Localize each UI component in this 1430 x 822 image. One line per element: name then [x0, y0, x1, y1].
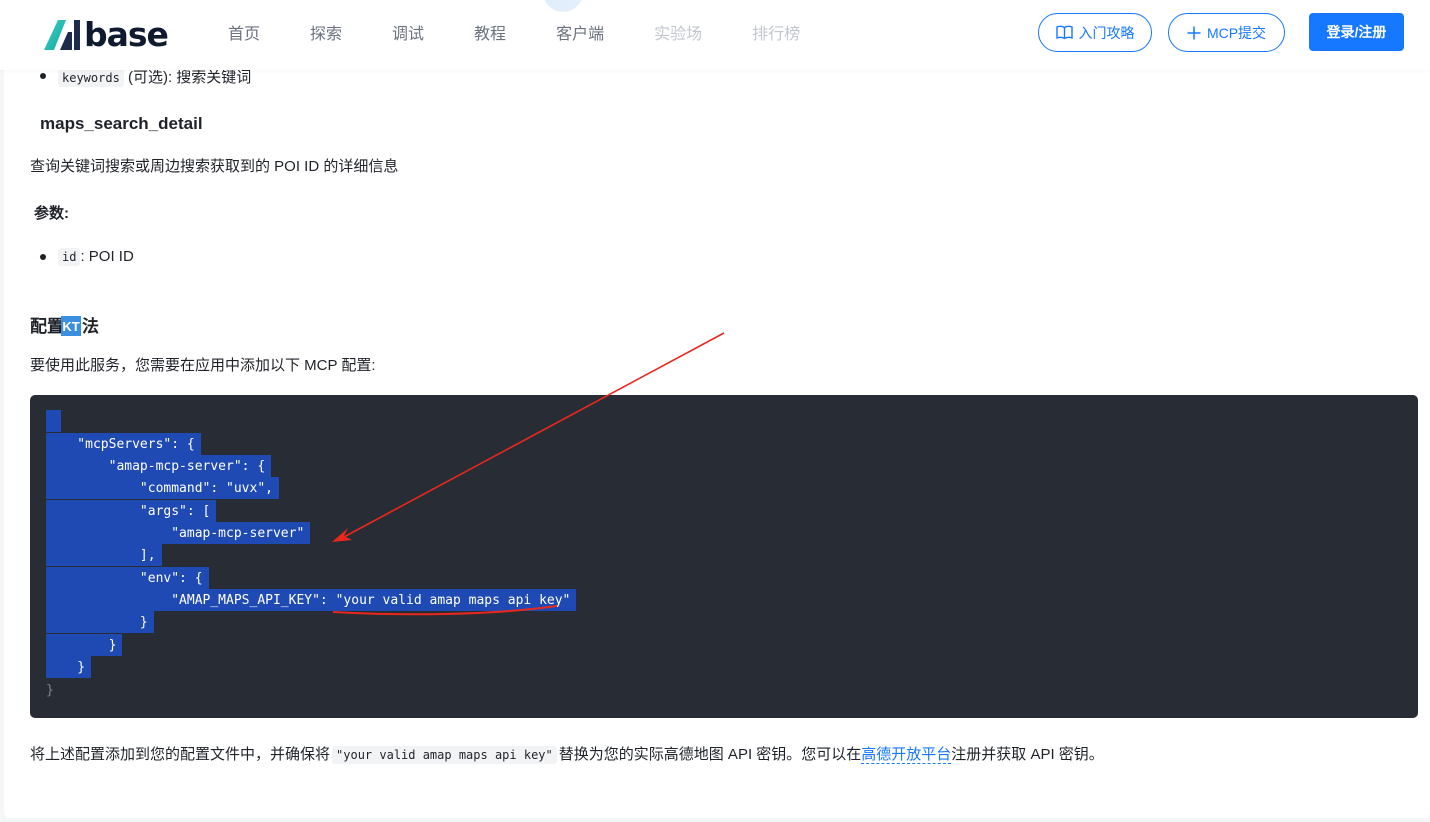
footer-text: 替换为您的实际高德地图 API 密钥。您可以在 — [558, 746, 862, 763]
list-item-id: id: POI ID — [58, 248, 134, 266]
code-text: "mcpServers": { — [46, 433, 201, 455]
code-text: "args": [ — [46, 500, 217, 522]
kt-overlay-badge[interactable]: KT — [61, 316, 81, 336]
amap-platform-link[interactable]: 高德开放平台 — [861, 746, 952, 764]
code-line: "amap-mcp-server": { — [46, 455, 272, 477]
code-line: "env": { — [46, 567, 209, 589]
nav-leaderboard[interactable]: 排行榜 — [752, 20, 800, 44]
footer-paragraph: 将上述配置添加到您的配置文件中，并确保将 "your valid amap map… — [30, 743, 1104, 764]
code-line: ], — [46, 544, 162, 566]
config-title-part-b: 法 — [82, 317, 99, 336]
login-button[interactable]: 登录/注册 — [1309, 13, 1404, 51]
section-description: 查询关键词搜索或周边搜索获取到的 POI ID 的详细信息 — [30, 158, 399, 175]
config-description: 要使用此服务，您需要在应用中添加以下 MCP 配置: — [30, 357, 376, 374]
mcp-submit-button[interactable]: MCP提交 — [1168, 13, 1285, 52]
code-line: "AMAP_MAPS_API_KEY": "your valid amap ma… — [46, 589, 577, 611]
code-line: } — [46, 634, 123, 656]
code-line: } — [46, 679, 54, 701]
code-text: } — [46, 611, 154, 633]
plus-icon — [1187, 26, 1201, 39]
code-text: ], — [46, 544, 162, 566]
list-bullet — [40, 254, 46, 260]
guide-button-label: 入门攻略 — [1078, 24, 1135, 41]
nav-client[interactable]: 客户端 — [556, 20, 604, 44]
nav-home[interactable]: 首页 — [228, 20, 260, 44]
code-text: "amap-mcp-server" — [46, 522, 311, 544]
code-text: } — [46, 634, 123, 656]
code-block[interactable]: { "mcpServers": { "amap-mcp-server": { "… — [30, 395, 1418, 718]
logo[interactable]: base — [42, 14, 169, 54]
code-text: "AMAP_MAPS_API_KEY": "your valid amap ma… — [46, 589, 577, 611]
param-code: id — [58, 248, 81, 266]
main-nav: 首页 探索 调试 教程 客户端 实验场 排行榜 — [228, 0, 850, 64]
code-line: "mcpServers": { — [46, 433, 201, 455]
nav-explore[interactable]: 探索 — [310, 20, 342, 44]
code-text: { — [46, 410, 61, 432]
nav-debug[interactable]: 调试 — [392, 20, 424, 44]
footer-text: 将上述配置添加到您的配置文件中，并确保将 — [30, 746, 331, 763]
code-line: } — [46, 611, 154, 633]
section-title: maps_search_detail — [40, 114, 203, 133]
config-title-part-a: 配置 — [30, 317, 64, 336]
nav-tutorial[interactable]: 教程 — [474, 20, 506, 44]
code-line: "command": "uvx", — [46, 477, 279, 499]
code-line: { — [46, 410, 61, 432]
params-label: 参数: — [34, 205, 69, 222]
code-text: "amap-mcp-server": { — [46, 455, 272, 477]
code-text: "env": { — [46, 567, 209, 589]
code-text: } — [46, 656, 92, 678]
book-icon — [1055, 25, 1073, 40]
logo-mark-icon — [44, 20, 80, 50]
code-line: } — [46, 656, 92, 678]
code-line: "args": [ — [46, 500, 217, 522]
guide-button[interactable]: 入门攻略 — [1038, 13, 1152, 52]
top-header: base 首页 探索 调试 教程 客户端 实验场 排行榜 入门攻略 MCP提交 — [0, 0, 1430, 70]
list-bullet — [40, 73, 46, 79]
logo-text: base — [84, 14, 169, 54]
param-desc: : POI ID — [80, 248, 134, 265]
code-text: "command": "uvx", — [46, 477, 279, 499]
footer-code: "your valid amap maps api key" — [332, 746, 557, 764]
code-line: "amap-mcp-server" — [46, 522, 311, 544]
footer-text: 注册并获取 API 密钥。 — [951, 746, 1104, 763]
code-text: } — [46, 682, 54, 698]
param-code: keywords — [58, 69, 124, 87]
mcp-submit-label: MCP提交 — [1206, 24, 1267, 41]
param-desc: (可选): 搜索关键词 — [123, 69, 252, 86]
page: base 首页 探索 调试 教程 客户端 实验场 排行榜 入门攻略 MCP提交 — [0, 0, 1430, 822]
nav-playground[interactable]: 实验场 — [654, 20, 702, 44]
